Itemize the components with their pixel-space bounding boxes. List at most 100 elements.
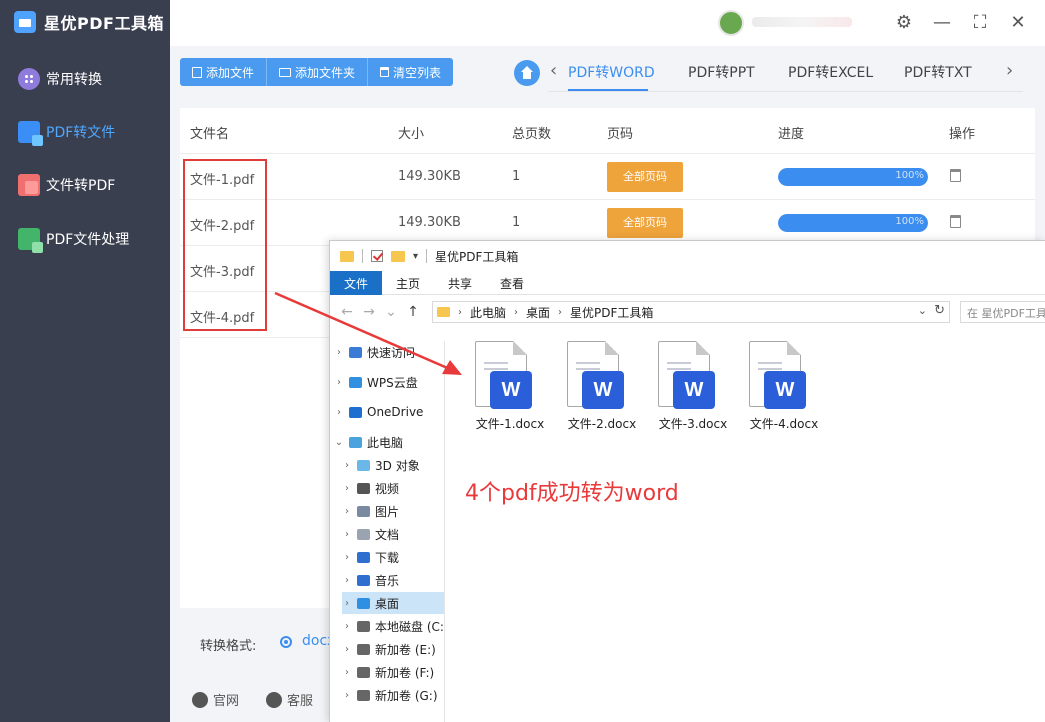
expand-chevron-icon[interactable]: › — [342, 506, 352, 517]
tree-item[interactable]: › 新加卷 (E:) — [342, 638, 444, 660]
folder-icon — [437, 307, 450, 317]
tree-item-label: 快速访问 — [367, 345, 416, 360]
close-button[interactable]: ✕ — [1006, 11, 1030, 35]
sidebar-item-pdf-to-file[interactable]: PDF转文件 — [18, 121, 115, 146]
expand-chevron-icon[interactable]: › — [342, 598, 352, 609]
add-file-button[interactable]: 添加文件 — [180, 58, 268, 86]
tree-item[interactable]: › 文档 — [342, 523, 444, 545]
customize-chevron-icon[interactable]: ▾ — [413, 251, 418, 262]
add-file-label: 添加文件 — [206, 65, 255, 80]
avatar[interactable] — [718, 10, 744, 36]
picture-icon — [357, 505, 370, 517]
minimize-button[interactable]: — — [930, 11, 954, 35]
tree-item[interactable]: › 音乐 — [342, 569, 444, 591]
forward-icon[interactable]: → — [358, 304, 380, 320]
divider — [444, 341, 445, 722]
header-pages: 总页数 — [512, 127, 552, 142]
3d-icon — [357, 459, 370, 471]
all-pages-button[interactable]: 全部页码 — [607, 162, 683, 192]
tab-prev-icon[interactable]: ‹ — [550, 60, 557, 81]
address-bar[interactable]: › 此电脑 › 桌面 › 星优PDF工具箱 ⌄ ↻ — [432, 301, 950, 323]
tab-next-icon[interactable]: › — [1006, 60, 1013, 81]
file-item[interactable]: W 文件-3.docx — [653, 339, 733, 439]
sidebar-item-file-to-pdf[interactable]: 文件转PDF — [18, 174, 115, 196]
expand-chevron-icon[interactable]: › — [342, 575, 352, 586]
ribbon-tab-share[interactable]: 共享 — [434, 271, 486, 295]
explorer-title: 星优PDF工具箱 — [435, 249, 519, 264]
clear-list-button[interactable]: 清空列表 — [368, 58, 453, 86]
ribbon-tab-home[interactable]: 主页 — [382, 271, 434, 295]
tree-item[interactable]: › 下载 — [342, 546, 444, 568]
progress-text: 100% — [895, 216, 924, 227]
tree-item[interactable]: › WPS云盘 — [334, 371, 444, 393]
breadcrumb-this-pc[interactable]: 此电脑 — [470, 304, 506, 321]
sidebar-item-pdf-process[interactable]: PDF文件处理 — [18, 228, 129, 253]
tab-pdf-to-ppt[interactable]: PDF转PPT — [688, 62, 755, 82]
recent-chevron-icon[interactable]: ⌄ — [380, 304, 402, 320]
expand-chevron-icon[interactable]: › — [342, 552, 352, 563]
tree-item-label: 3D 对象 — [375, 458, 420, 473]
tree-item[interactable]: › 3D 对象 — [342, 454, 444, 476]
tree-item[interactable]: › OneDrive — [334, 401, 444, 423]
tree-item-label: OneDrive — [367, 405, 424, 419]
tab-pdf-to-txt[interactable]: PDF转TXT — [904, 62, 972, 82]
file-item[interactable]: W 文件-4.docx — [744, 339, 824, 439]
tree-item[interactable]: ⌄ 此电脑 — [334, 431, 444, 453]
expand-chevron-icon[interactable]: › — [334, 377, 344, 388]
tree-item[interactable]: › 快速访问 — [334, 341, 444, 363]
tab-pdf-to-word[interactable]: PDF转WORD — [568, 62, 655, 82]
expand-chevron-icon[interactable]: › — [342, 483, 352, 494]
table-row[interactable]: 文件-1.pdf 149.30KB 1 全部页码 100% — [180, 154, 1035, 200]
file-to-pdf-icon — [18, 174, 40, 196]
file-item[interactable]: W 文件-2.docx — [562, 339, 642, 439]
properties-icon[interactable] — [371, 250, 383, 262]
sidebar-item-label: 常用转换 — [46, 72, 102, 88]
breadcrumb-desktop[interactable]: 桌面 — [526, 304, 550, 321]
format-radio[interactable] — [280, 636, 292, 648]
website-link[interactable]: 官网 — [192, 690, 239, 709]
tree-item[interactable]: › 视频 — [342, 477, 444, 499]
tree-item[interactable]: › 图片 — [342, 500, 444, 522]
clear-list-label: 清空列表 — [393, 65, 442, 80]
settings-icon[interactable]: ⚙ — [892, 11, 916, 35]
add-folder-button[interactable]: 添加文件夹 — [267, 58, 369, 86]
user-info — [752, 17, 852, 27]
breadcrumb-folder[interactable]: 星优PDF工具箱 — [570, 304, 653, 321]
support-link[interactable]: 客服 — [266, 690, 313, 709]
up-icon[interactable]: ↑ — [402, 304, 424, 320]
tree-item-label: WPS云盘 — [367, 375, 418, 390]
tree-item[interactable]: › 新加卷 (G:) — [342, 684, 444, 706]
back-icon[interactable]: ← — [336, 304, 358, 320]
tab-pdf-to-excel[interactable]: PDF转EXCEL — [788, 62, 873, 82]
delete-icon[interactable] — [950, 169, 961, 182]
tree-item-label: 图片 — [375, 504, 400, 519]
expand-chevron-icon[interactable]: ⌄ — [334, 437, 344, 448]
sidebar-item-common[interactable]: 常用转换 — [18, 68, 102, 90]
expand-chevron-icon[interactable]: › — [342, 690, 352, 701]
delete-icon[interactable] — [950, 215, 961, 228]
tree-item[interactable]: › 新加卷 (F:) — [342, 661, 444, 683]
refresh-icon[interactable]: ↻ — [934, 303, 945, 318]
ribbon-tab-view[interactable]: 查看 — [486, 271, 538, 295]
home-icon[interactable] — [514, 60, 540, 86]
expand-chevron-icon[interactable]: › — [334, 347, 344, 358]
expand-chevron-icon[interactable]: › — [342, 667, 352, 678]
expand-chevron-icon[interactable]: › — [342, 644, 352, 655]
expand-chevron-icon[interactable]: › — [342, 460, 352, 471]
maximize-button[interactable]: ⛶ — [968, 11, 992, 35]
expand-chevron-icon[interactable]: › — [334, 407, 344, 418]
document-icon — [357, 528, 370, 540]
all-pages-button[interactable]: 全部页码 — [607, 208, 683, 238]
header-progress: 进度 — [778, 127, 805, 142]
file-item[interactable]: W 文件-1.docx — [470, 339, 550, 439]
tree-item-label: 新加卷 (F:) — [375, 665, 435, 680]
tree-item[interactable]: › 桌面 — [342, 592, 444, 614]
title-bar: ⚙ — ⛶ ✕ — [170, 0, 1045, 46]
tree-item[interactable]: › 本地磁盘 (C: — [342, 615, 444, 637]
ribbon-tab-file[interactable]: 文件 — [330, 271, 383, 295]
expand-chevron-icon[interactable]: › — [342, 621, 352, 632]
expand-chevron-icon[interactable]: › — [342, 529, 352, 540]
new-folder-icon[interactable] — [391, 250, 405, 262]
search-input[interactable]: 在 星优PDF工具箱 — [960, 301, 1045, 323]
address-dropdown-icon[interactable]: ⌄ — [918, 304, 927, 317]
